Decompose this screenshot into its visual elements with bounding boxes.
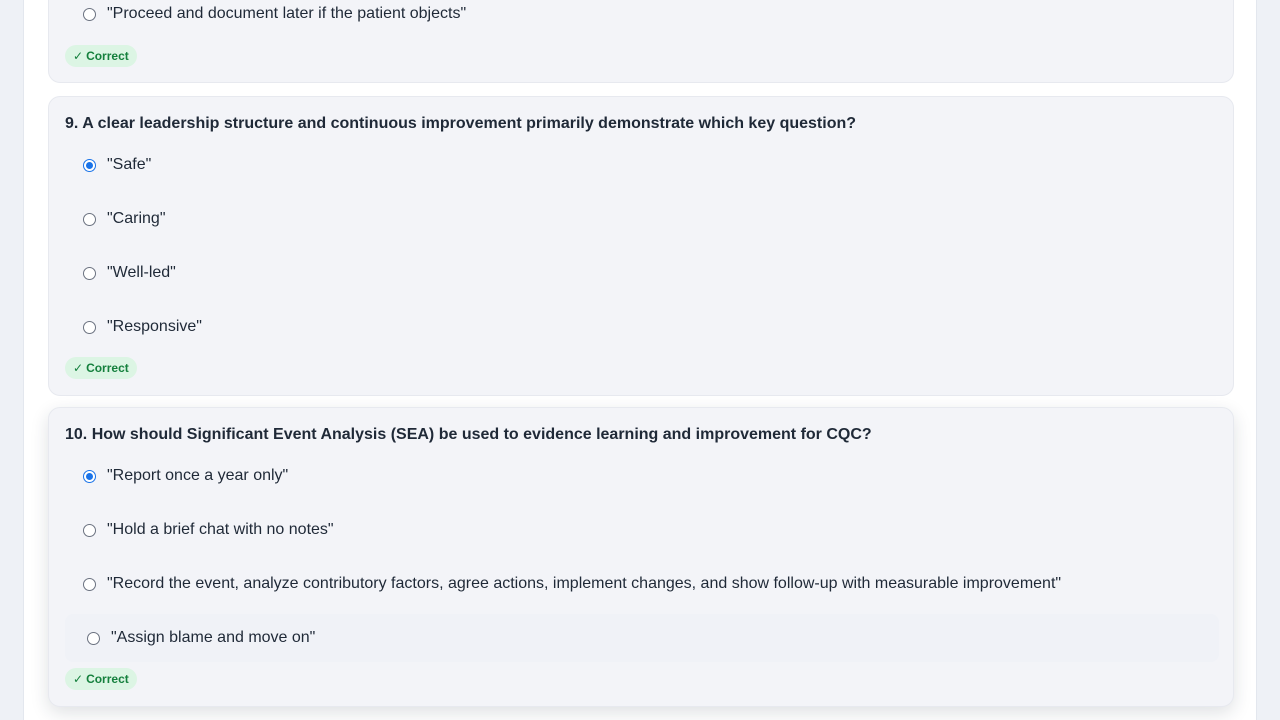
correct-badge: ✓ Correct <box>65 668 137 690</box>
option-q9-2[interactable]: "Caring" <box>65 195 1219 243</box>
option-label: "Assign blame and move on" <box>111 629 316 646</box>
option-q10-2[interactable]: "Hold a brief chat with no notes" <box>65 506 1219 554</box>
quiz-page: "Proceed and document later if the patie… <box>23 0 1257 720</box>
question-card-10: 10. How should Significant Event Analysi… <box>48 407 1234 707</box>
correct-label: Correct <box>86 361 129 375</box>
radio-button[interactable] <box>83 212 96 226</box>
correct-label: Correct <box>86 49 129 63</box>
option-q10-4[interactable]: "Assign blame and move on" <box>65 614 1219 662</box>
option-label: "Report once a year only" <box>107 467 289 484</box>
radio-button-selected[interactable] <box>83 469 96 483</box>
checkmark-icon: ✓ <box>73 672 84 686</box>
correct-label: Correct <box>86 672 129 686</box>
checkmark-icon: ✓ <box>73 361 84 375</box>
option-q10-1[interactable]: "Report once a year only" <box>65 452 1219 500</box>
option-q9-3[interactable]: "Well-led" <box>65 249 1219 297</box>
radio-button[interactable] <box>87 631 100 645</box>
option-q9-1[interactable]: "Safe" <box>65 141 1219 189</box>
option-q8-4[interactable]: "Proceed and document later if the patie… <box>65 0 1219 38</box>
option-label: "Hold a brief chat with no notes" <box>107 521 334 538</box>
radio-button[interactable] <box>83 7 96 21</box>
correct-badge: ✓ Correct <box>65 357 137 379</box>
option-label: "Responsive" <box>107 318 202 335</box>
option-q10-3[interactable]: "Record the event, analyze contributory … <box>65 560 1219 608</box>
option-label: "Record the event, analyze contributory … <box>107 575 1062 592</box>
option-label: "Caring" <box>107 210 166 227</box>
question-card-8: "Proceed and document later if the patie… <box>48 0 1234 83</box>
correct-badge: ✓ Correct <box>65 45 137 67</box>
radio-button[interactable] <box>83 320 96 334</box>
radio-button[interactable] <box>83 266 96 280</box>
question-card-9: 9. A clear leadership structure and cont… <box>48 96 1234 396</box>
checkmark-icon: ✓ <box>73 49 84 63</box>
option-label: "Well-led" <box>107 264 176 281</box>
radio-button-selected[interactable] <box>83 158 96 172</box>
radio-button[interactable] <box>83 523 96 537</box>
radio-button[interactable] <box>83 577 96 591</box>
question-title: 10. How should Significant Event Analysi… <box>65 426 872 443</box>
option-q9-4[interactable]: "Responsive" <box>65 303 1219 351</box>
option-label: "Proceed and document later if the patie… <box>107 5 467 22</box>
option-label: "Safe" <box>107 156 152 173</box>
question-title: 9. A clear leadership structure and cont… <box>65 115 857 132</box>
